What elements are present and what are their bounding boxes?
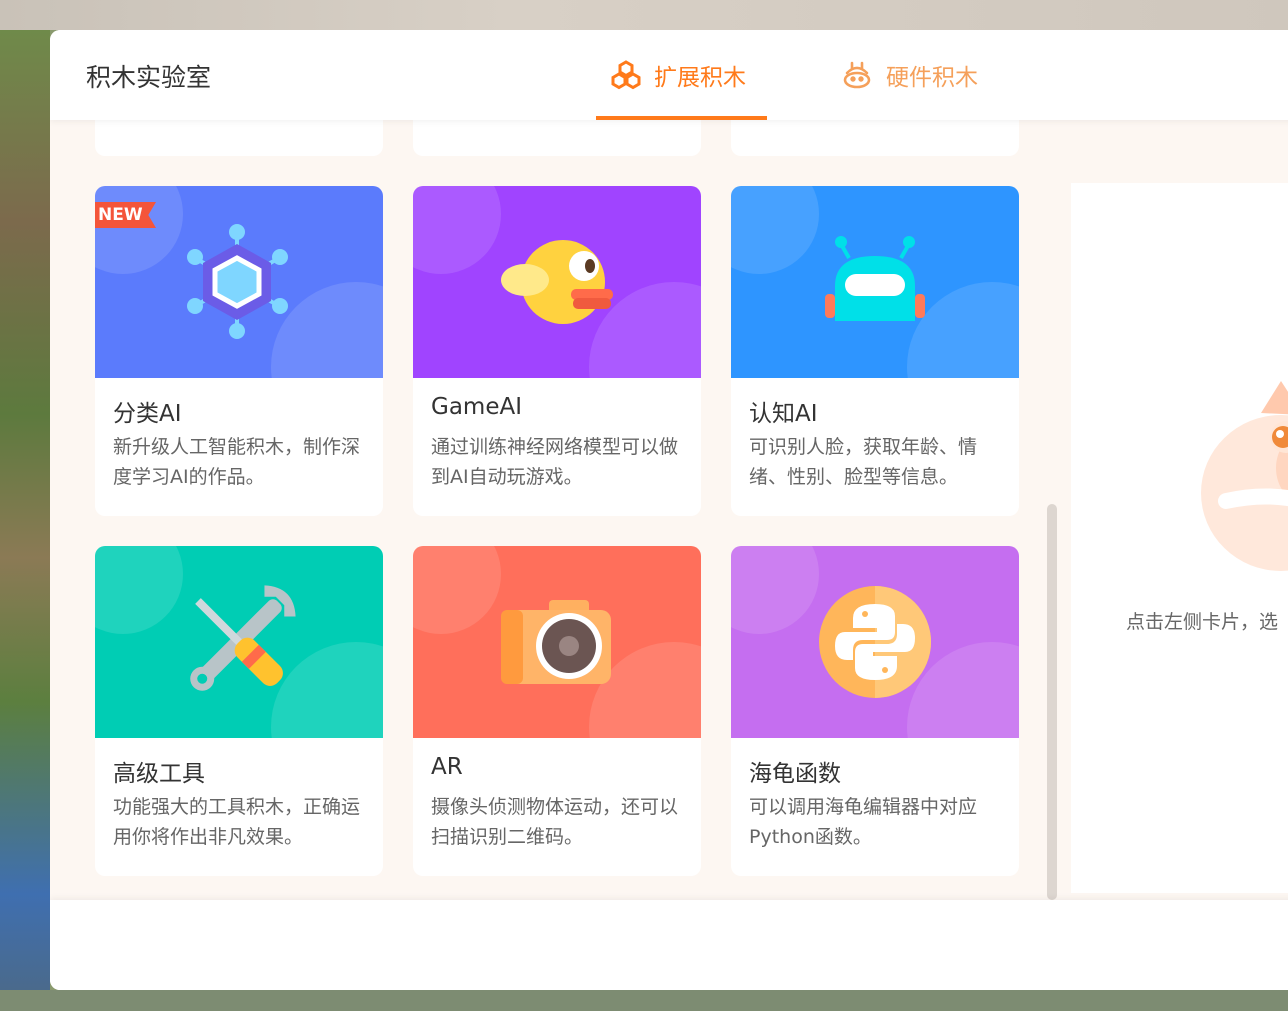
card-title: GameAI	[431, 394, 522, 420]
card-description: 功能强大的工具积木，正确运用你将作出非凡效果。	[113, 796, 361, 848]
preview-area: 点击左侧卡片，选	[1071, 183, 1288, 893]
dialog-footer	[50, 900, 1288, 990]
card-title: 高级工具	[113, 761, 205, 787]
card-title: 分类AI	[113, 401, 182, 427]
robot-hand-icon	[840, 58, 874, 97]
tab-hardware-blocks[interactable]: 硬件积木	[840, 58, 978, 120]
camera-icon	[501, 600, 611, 684]
tab-hardware-label: 硬件积木	[886, 65, 978, 91]
card-title: 海龟函数	[749, 761, 841, 787]
background-bottom	[0, 990, 1288, 1011]
extension-card-turtle-functions[interactable]: 海龟函数 可以调用海龟编辑器中对应Python函数。	[731, 546, 1019, 876]
card-image	[731, 546, 1019, 738]
card-description: 摄像头侦测物体运动，还可以扫描识别二维码。	[431, 796, 679, 848]
card-description: 通过训练神经网络模型可以做到AI自动玩游戏。	[431, 436, 679, 488]
tools-icon	[190, 585, 296, 691]
extension-card-cognitive-ai[interactable]: 认知AI 可识别人脸，获取年龄、情绪、性别、脸型等信息。	[731, 186, 1019, 516]
card-stub[interactable]	[95, 120, 383, 156]
tab-extension-label: 扩展积木	[654, 65, 746, 91]
extension-card-ar[interactable]: AR 摄像头侦测物体运动，还可以扫描识别二维码。	[413, 546, 701, 876]
extension-card-classification-ai[interactable]: NEW 分类AI 新升级人工智能积木，制作深度学习AI的作品。	[95, 186, 383, 516]
card-image	[413, 546, 701, 738]
card-title: 认知AI	[749, 401, 818, 427]
preview-panel: 点击左侧卡片，选	[1064, 120, 1288, 900]
new-badge: NEW	[95, 202, 156, 228]
card-description: 可识别人脸，获取年龄、情绪、性别、脸型等信息。	[749, 436, 978, 488]
flappy-bird-icon	[501, 240, 613, 324]
card-title: AR	[431, 754, 463, 780]
active-tab-indicator	[596, 116, 767, 120]
card-description: 可以调用海龟编辑器中对应Python函数。	[749, 796, 978, 848]
extension-card-grid[interactable]: NEW 分类AI 新升级人工智能积木，制作深度学习AI的作品。 GameAI 通…	[50, 120, 1064, 900]
background-top	[0, 0, 1288, 30]
python-logo-icon	[819, 586, 931, 698]
hexagon-cluster-icon	[610, 58, 642, 97]
robot-icon	[825, 236, 925, 321]
tab-extension-blocks[interactable]: 扩展积木	[610, 58, 746, 120]
extension-card-advanced-tools[interactable]: 高级工具 功能强大的工具积木，正确运用你将作出非凡效果。	[95, 546, 383, 876]
card-image	[95, 546, 383, 738]
mascot-icon	[1201, 381, 1288, 571]
preview-hint: 点击左侧卡片，选	[1126, 611, 1279, 633]
background-left	[0, 30, 50, 990]
dialog-header: 积木实验室 扩展积木 硬件积木	[50, 30, 1288, 120]
card-stub[interactable]	[731, 120, 1019, 156]
card-stub[interactable]	[413, 120, 701, 156]
dialog-title: 积木实验室	[86, 63, 212, 92]
card-image	[731, 186, 1019, 378]
extension-card-game-ai[interactable]: GameAI 通过训练神经网络模型可以做到AI自动玩游戏。	[413, 186, 701, 516]
card-image	[413, 186, 701, 378]
scrollbar[interactable]	[1047, 504, 1057, 900]
block-lab-dialog: 积木实验室 扩展积木 硬件积木 NEW 分类AI 新升级人工智能积木，制作深度学…	[50, 30, 1288, 990]
card-description: 新升级人工智能积木，制作深度学习AI的作品。	[113, 436, 361, 488]
